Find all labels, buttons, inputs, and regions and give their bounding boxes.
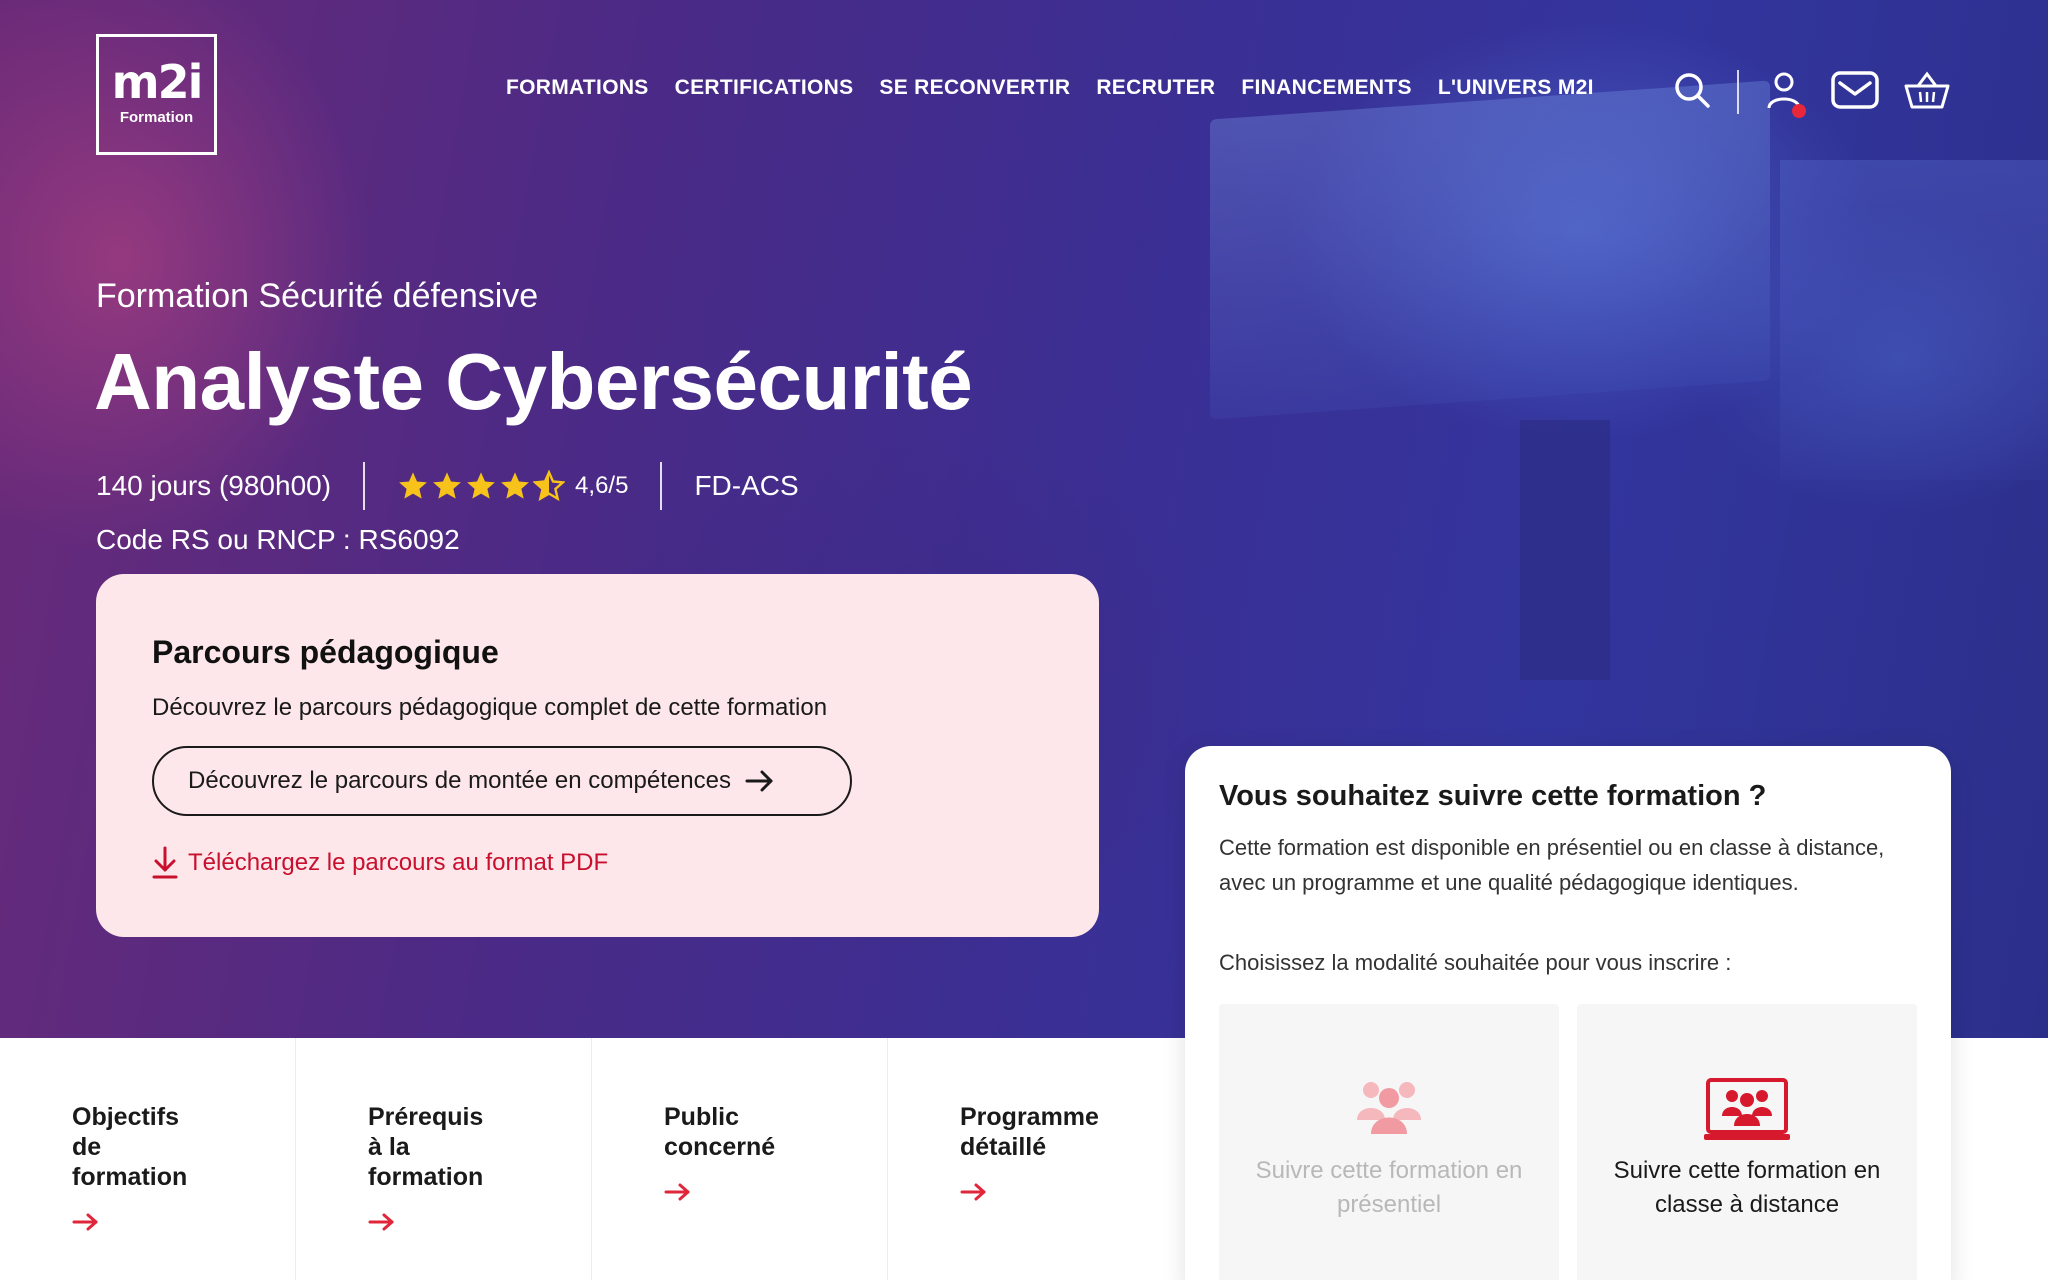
star-full-icon [433, 472, 461, 499]
download-pdf-link[interactable]: Téléchargez le parcours au format PDF [152, 846, 608, 880]
star-full-icon [467, 472, 495, 499]
hero-monitor-glow [1210, 80, 1770, 420]
nav-item-univers-m2i[interactable]: L'UNIVERS M2I [1438, 76, 1594, 100]
nav-item-certifications[interactable]: CERTIFICATIONS [675, 76, 854, 100]
course-duration: 140 jours (980h00) [96, 470, 332, 501]
main-nav: FORMATIONS CERTIFICATIONS SE RECONVERTIR… [506, 76, 1594, 100]
mail-icon[interactable] [1830, 70, 1880, 110]
course-meta: 140 jours (980h00) 4,6/5 FD-ACS [96, 462, 799, 510]
tab-public[interactable]: Public concerné [592, 1038, 888, 1280]
option-distance-label: Suivre cette formation en classe à dista… [1613, 1157, 1881, 1218]
nav-item-se-reconvertir[interactable]: SE RECONVERTIR [879, 76, 1070, 100]
group-icon [1219, 1076, 1559, 1136]
remote-class-icon [1577, 1076, 1917, 1142]
header-divider [1737, 70, 1739, 114]
logo-subtitle: Formation [119, 109, 194, 126]
star-full-icon [399, 472, 427, 499]
rating-value: 4,6/5 [575, 472, 629, 499]
brand-logo[interactable]: m2i Formation [96, 34, 217, 155]
user-notification-dot [1792, 104, 1806, 118]
meta-divider [363, 462, 366, 510]
nav-item-recruter[interactable]: RECRUTER [1096, 76, 1215, 100]
nav-item-financements[interactable]: FINANCEMENTS [1241, 76, 1411, 100]
page-title: Analyste Cybersécurité [94, 337, 973, 426]
star-half-icon [533, 470, 566, 502]
tab-label: Prérequis à la formation [368, 1103, 484, 1191]
arrow-right-icon [960, 1183, 986, 1201]
search-icon[interactable] [1672, 70, 1712, 110]
tab-label: Public concerné [664, 1103, 776, 1161]
basket-icon[interactable] [1904, 70, 1950, 110]
hero-monitor-stand [1520, 420, 1610, 680]
rncp-code: Code RS ou RNCP : RS6092 [96, 524, 460, 555]
page-eyebrow: Formation Sécurité défensive [96, 277, 539, 315]
nav-item-formations[interactable]: FORMATIONS [506, 76, 649, 100]
tab-programme[interactable]: Programme détaillé [888, 1038, 1184, 1280]
option-presentiel-label: Suivre cette formation en présentiel [1255, 1157, 1523, 1218]
option-distance[interactable]: Suivre cette formation en classe à dista… [1577, 1004, 1917, 1280]
hero-monitor-glow-right [1780, 160, 2048, 480]
enrollment-card: Vous souhaitez suivre cette formation ? … [1185, 746, 1951, 1280]
arrow-right-icon [745, 769, 775, 793]
parcours-title: Parcours pédagogique [152, 634, 499, 670]
enrollment-instruction: Choisissez la modalité souhaitée pour vo… [1219, 950, 1732, 975]
download-icon [152, 846, 178, 879]
parcours-card: Parcours pédagogique Découvrez le parcou… [96, 574, 1099, 937]
course-reference: FD-ACS [694, 470, 799, 501]
logo-mark: m2i [111, 55, 204, 109]
arrow-right-icon [72, 1213, 98, 1231]
tab-label: Programme détaillé [960, 1103, 1099, 1161]
enrollment-title: Vous souhaitez suivre cette formation ? [1219, 780, 1767, 812]
tab-prerequis[interactable]: Prérequis à la formation [296, 1038, 592, 1280]
meta-divider [660, 462, 663, 510]
tab-objectifs[interactable]: Objectifs de formation [0, 1038, 296, 1280]
star-full-icon [501, 472, 529, 499]
rating-stars: 4,6/5 [397, 470, 628, 502]
enrollment-description: Cette formation est disponible en présen… [1219, 835, 1885, 895]
parcours-button-label: Découvrez le parcours de montée en compé… [188, 767, 731, 794]
arrow-right-icon [664, 1183, 690, 1201]
download-pdf-label: Téléchargez le parcours au format PDF [188, 849, 609, 876]
tab-label: Objectifs de formation [72, 1103, 188, 1191]
parcours-description: Découvrez le parcours pédagogique comple… [152, 694, 828, 721]
parcours-button[interactable]: Découvrez le parcours de montée en compé… [152, 746, 852, 816]
arrow-right-icon [368, 1213, 394, 1231]
option-presentiel[interactable]: Suivre cette formation en présentiel [1219, 1004, 1559, 1280]
